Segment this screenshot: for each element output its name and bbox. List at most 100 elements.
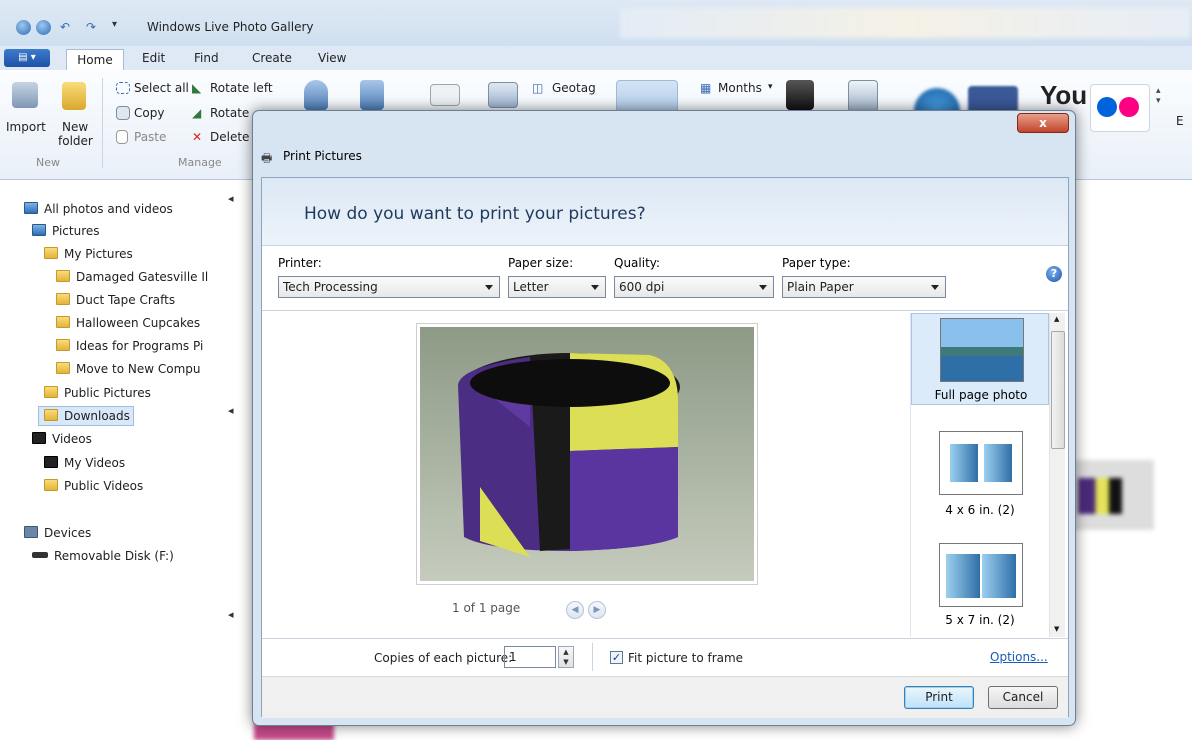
tab-home[interactable]: Home: [66, 49, 124, 71]
options-row: Copies of each picture: 1 ▲ ▼ ✓ Fit pictu…: [262, 638, 1068, 676]
import-icon[interactable]: [12, 82, 38, 108]
calendar-icon: ▦: [700, 81, 712, 95]
printer-select[interactable]: Tech Processing: [278, 276, 500, 298]
app-menu-button[interactable]: ▤ ▾: [4, 49, 50, 67]
gallery-scroll-icon[interactable]: ▴ ▾: [1156, 86, 1161, 106]
preview-photo: [420, 327, 754, 581]
tree-item-all-photos[interactable]: All photos and videos: [24, 200, 173, 218]
app-title: Windows Live Photo Gallery: [147, 20, 314, 34]
paste-button[interactable]: Paste: [134, 130, 166, 144]
youtube-icon[interactable]: You: [1040, 80, 1087, 111]
4x6-thumbnail: [939, 431, 1023, 495]
batch-people-tag-icon[interactable]: [360, 80, 384, 110]
scroll-up-icon[interactable]: ▲: [1054, 315, 1059, 323]
rotate-left-button[interactable]: Rotate left: [210, 81, 273, 95]
tree-item-videos[interactable]: Videos: [32, 430, 92, 448]
people-tag-icon[interactable]: [304, 80, 328, 110]
close-button[interactable]: x: [1017, 113, 1069, 133]
redo-icon[interactable]: ↷: [86, 20, 96, 34]
copies-input[interactable]: 1: [504, 646, 556, 668]
undo-icon[interactable]: ↶: [60, 20, 70, 34]
layout-option-full-page[interactable]: Full page photo: [911, 313, 1049, 405]
tree-item-folder[interactable]: Damaged Gatesville Il: [56, 268, 208, 286]
flickr-icon[interactable]: [1090, 84, 1150, 132]
tree-item-folder[interactable]: Duct Tape Crafts: [56, 291, 175, 309]
chevron-down-icon: [485, 285, 493, 290]
dialog-question: How do you want to print your pictures?: [304, 204, 646, 224]
tree-item-my-videos[interactable]: My Videos: [44, 454, 125, 472]
cancel-button[interactable]: Cancel: [988, 686, 1058, 709]
group-collapse-icon[interactable]: ◂: [228, 192, 234, 205]
import-label[interactable]: Import: [6, 120, 46, 134]
previous-page-button[interactable]: ◀: [566, 601, 584, 619]
pictures-library-icon: [32, 224, 46, 236]
find-binoculars-icon[interactable]: [786, 80, 814, 110]
new-folder-icon[interactable]: [62, 82, 86, 110]
quality-value: 600 dpi: [619, 280, 665, 294]
fit-picture-label[interactable]: Fit picture to frame: [628, 651, 743, 665]
geotag-button[interactable]: Geotag: [552, 81, 596, 95]
tree-item-downloads[interactable]: Downloads: [44, 407, 130, 425]
slide-show-icon[interactable]: [848, 80, 878, 112]
months-dropdown[interactable]: Months: [718, 81, 762, 95]
descriptive-tag-icon[interactable]: [430, 84, 460, 106]
forward-icon[interactable]: [36, 20, 51, 35]
layout-option-4x6[interactable]: 4 x 6 in. (2): [911, 427, 1049, 547]
title-bar: ↶ ↷ ▾ Windows Live Photo Gallery: [0, 0, 1192, 46]
folder-icon: [44, 386, 58, 398]
select-all-button[interactable]: Select all: [134, 81, 189, 95]
fit-picture-checkbox[interactable]: ✓: [610, 651, 623, 664]
tree-item-public-pictures[interactable]: Public Pictures: [44, 384, 151, 402]
copies-spinner[interactable]: ▲ ▼: [558, 646, 574, 668]
tree-label: My Videos: [64, 456, 126, 470]
group-label-new: New: [36, 156, 60, 169]
paper-size-select[interactable]: Letter: [508, 276, 606, 298]
scroll-thumb[interactable]: [1051, 331, 1065, 449]
group-collapse-icon[interactable]: ◂: [228, 608, 234, 621]
next-page-button[interactable]: ▶: [588, 601, 606, 619]
group-collapse-icon[interactable]: ◂: [228, 404, 234, 417]
tree-item-public-videos[interactable]: Public Videos: [44, 477, 143, 495]
chevron-down-icon: [759, 285, 767, 290]
new-folder-label-1[interactable]: New: [62, 120, 88, 134]
background-photo-thumbnail[interactable]: [1074, 460, 1154, 530]
tab-create[interactable]: Create: [252, 51, 292, 65]
months-chevron-icon[interactable]: ▾: [768, 82, 773, 92]
copy-icon: [116, 106, 130, 120]
tree-label: Devices: [44, 526, 92, 540]
tab-view[interactable]: View: [318, 51, 346, 65]
full-page-thumbnail: [940, 318, 1024, 382]
rotate-right-button[interactable]: Rotate: [210, 106, 249, 120]
tree-item-folder[interactable]: Halloween Cupcakes: [56, 314, 200, 332]
options-link[interactable]: Options...: [990, 650, 1048, 664]
help-icon[interactable]: ?: [1046, 266, 1062, 282]
preview-page: [416, 323, 758, 585]
chevron-down-icon: [591, 285, 599, 290]
delete-button[interactable]: Delete: [210, 130, 249, 144]
quality-select[interactable]: 600 dpi: [614, 276, 774, 298]
paper-size-label: Paper size:: [508, 256, 574, 270]
tree-item-removable-disk[interactable]: Removable Disk (F:): [32, 547, 174, 565]
print-pictures-dialog: 🖶 Print Pictures x How do you want to pr…: [252, 110, 1076, 726]
email-button[interactable]: E: [1176, 114, 1184, 128]
tree-label: My Pictures: [64, 247, 133, 261]
caption-icon[interactable]: [488, 82, 518, 108]
back-icon[interactable]: [16, 20, 31, 35]
tree-item-my-pictures[interactable]: My Pictures: [44, 245, 133, 263]
tree-item-devices[interactable]: Devices: [24, 524, 91, 542]
dialog-title: Print Pictures: [283, 149, 362, 163]
tree-item-pictures[interactable]: Pictures: [32, 222, 100, 240]
print-button[interactable]: Print: [904, 686, 974, 709]
copy-button[interactable]: Copy: [134, 106, 164, 120]
quick-access-menu-icon[interactable]: ▾: [112, 19, 117, 30]
new-folder-label-2[interactable]: folder: [58, 134, 93, 148]
tab-find[interactable]: Find: [194, 51, 219, 65]
paper-type-select[interactable]: Plain Paper: [782, 276, 946, 298]
tree-label: Pictures: [52, 224, 100, 238]
tree-item-folder[interactable]: Move to New Compu: [56, 360, 200, 378]
scroll-down-icon[interactable]: ▼: [1054, 625, 1059, 633]
tree-item-folder[interactable]: Ideas for Programs Pi: [56, 337, 203, 355]
tab-edit[interactable]: Edit: [142, 51, 165, 65]
layout-scrollbar[interactable]: ▲ ▼: [1049, 313, 1065, 637]
layout-label: 5 x 7 in. (2): [945, 613, 1015, 627]
